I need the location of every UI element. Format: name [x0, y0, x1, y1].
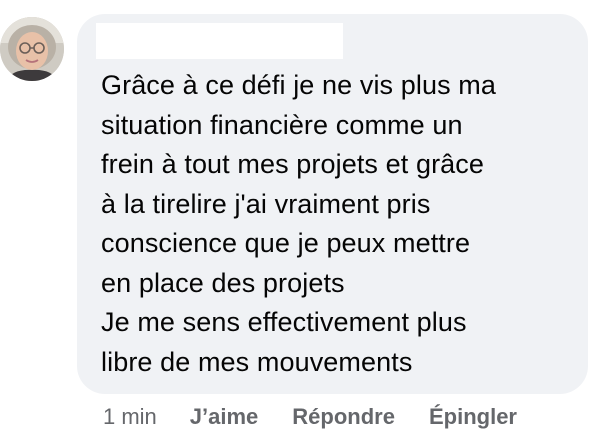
avatar-photo-icon: [0, 17, 64, 81]
pin-button[interactable]: Épingler: [429, 404, 517, 430]
author-name-redacted[interactable]: [96, 23, 343, 59]
avatar[interactable]: [0, 17, 64, 81]
comment-bubble: Grâce à ce défi je ne vis plus ma situat…: [77, 14, 588, 394]
comment-container: Grâce à ce défi je ne vis plus ma situat…: [0, 0, 614, 440]
comment-timestamp[interactable]: 1 min: [103, 404, 157, 430]
reply-button[interactable]: Répondre: [292, 404, 395, 430]
comment-actions: 1 min J’aime Répondre Épingler: [103, 402, 517, 432]
comment-text: Grâce à ce défi je ne vis plus ma situat…: [101, 70, 496, 377]
like-button[interactable]: J’aime: [190, 404, 259, 430]
